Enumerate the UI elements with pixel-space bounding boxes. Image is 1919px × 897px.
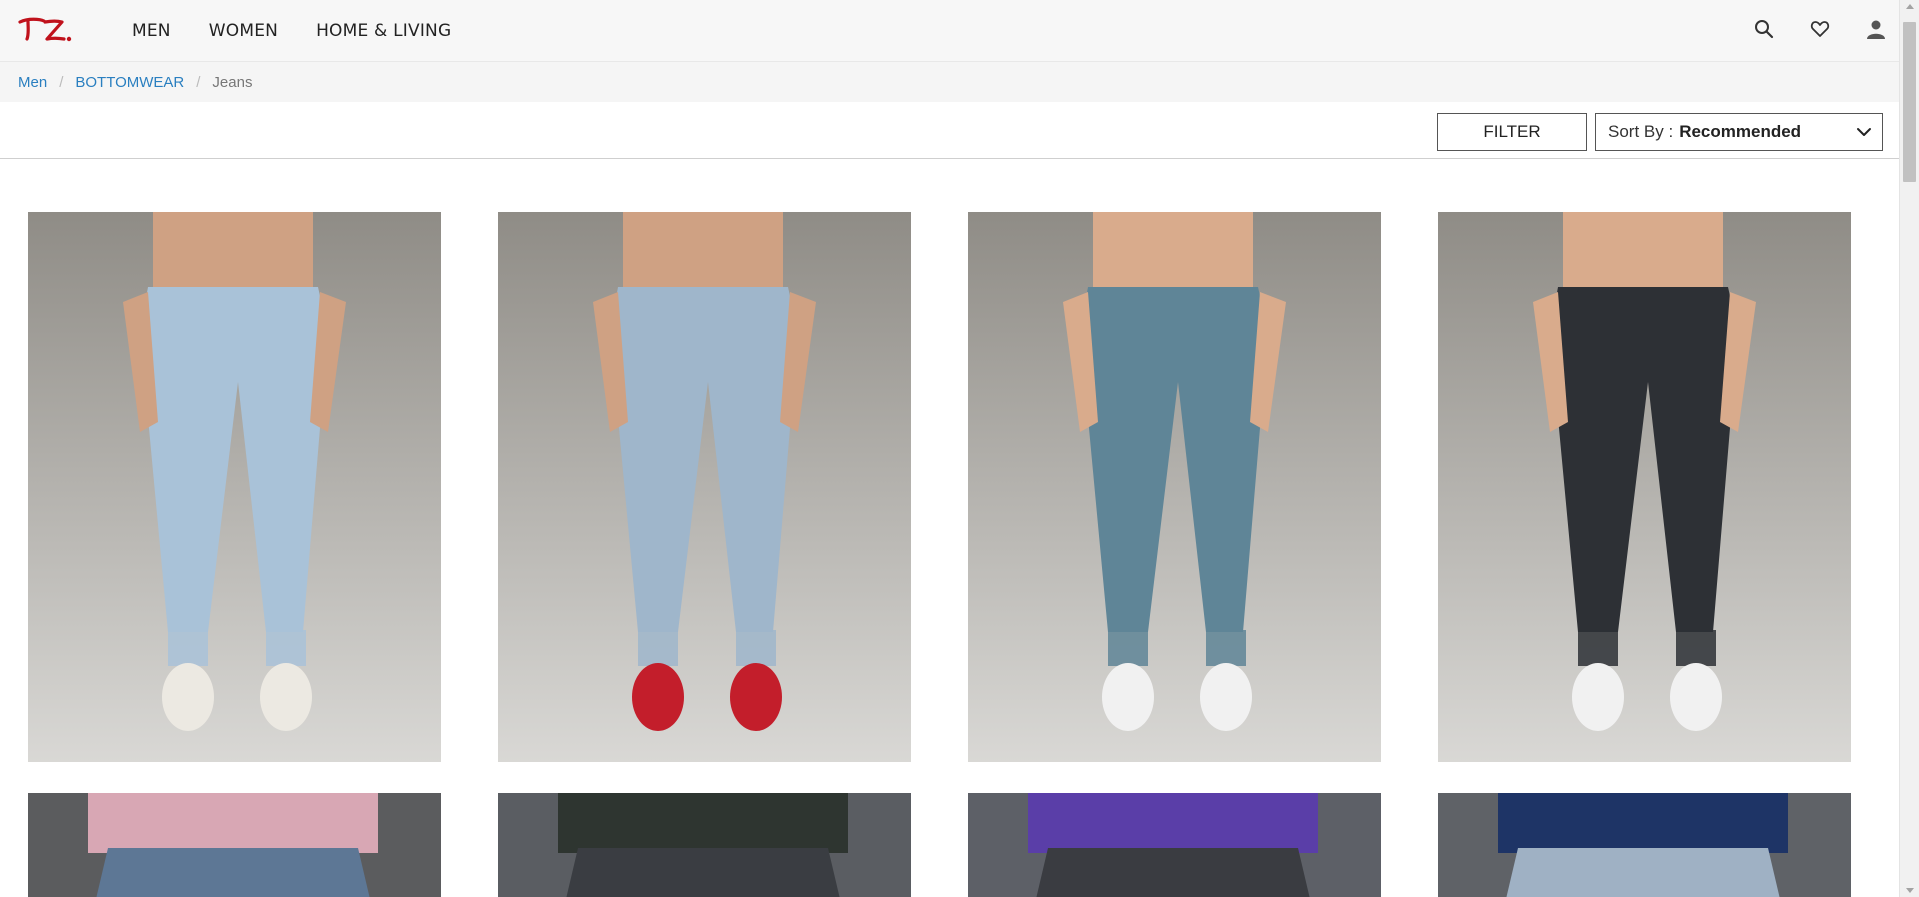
main-nav: MEN WOMEN HOME & LIVING <box>132 0 489 62</box>
product-card[interactable] <box>498 793 911 897</box>
nav-item-men[interactable]: MEN <box>132 21 171 41</box>
product-image <box>498 212 911 762</box>
nav-item-home-living[interactable]: HOME & LIVING <box>316 21 451 41</box>
breadcrumb-link-bottomwear[interactable]: BOTTOMWEAR <box>75 74 184 91</box>
sort-select[interactable]: Sort By : Recommended <box>1595 113 1883 151</box>
product-card[interactable] <box>1438 793 1851 897</box>
heart-icon[interactable] <box>1807 16 1833 42</box>
product-card[interactable] <box>28 793 441 897</box>
breadcrumb-separator: / <box>196 73 201 91</box>
breadcrumb: Men / BOTTOMWEAR / Jeans <box>0 62 1899 102</box>
product-image <box>1438 212 1851 762</box>
product-card[interactable] <box>498 212 911 762</box>
breadcrumb-separator: / <box>59 73 64 91</box>
product-card[interactable] <box>968 212 1381 762</box>
sort-label: Sort By : <box>1608 122 1674 141</box>
header-actions <box>1751 16 1889 42</box>
product-card[interactable] <box>28 212 441 762</box>
product-image <box>968 793 1381 897</box>
page: MEN WOMEN HOME & LIVING Men / BOTTOMWEAR… <box>0 0 1919 897</box>
breadcrumb-link-men[interactable]: Men <box>18 74 47 91</box>
product-card[interactable] <box>968 793 1381 897</box>
search-icon[interactable] <box>1751 16 1777 42</box>
scrollbar-thumb[interactable] <box>1903 22 1916 182</box>
product-image <box>1438 793 1851 897</box>
scroll-up-icon[interactable] <box>1906 4 1914 9</box>
chevron-down-icon <box>1856 124 1872 140</box>
page-scrollbar[interactable] <box>1899 0 1919 897</box>
product-card[interactable] <box>1438 212 1851 762</box>
product-image <box>968 212 1381 762</box>
filter-button[interactable]: FILTER <box>1437 113 1587 151</box>
scroll-down-icon[interactable] <box>1906 888 1914 893</box>
product-image <box>28 212 441 762</box>
site-header: MEN WOMEN HOME & LIVING <box>0 0 1899 62</box>
nav-item-women[interactable]: WOMEN <box>209 21 278 41</box>
listing-toolbar: FILTER Sort By : Recommended <box>0 102 1899 159</box>
product-image <box>498 793 911 897</box>
user-icon[interactable] <box>1863 16 1889 42</box>
breadcrumb-current: Jeans <box>212 73 253 91</box>
brand-logo[interactable] <box>18 12 74 46</box>
sort-value: Recommended <box>1679 122 1802 141</box>
product-image <box>28 793 441 897</box>
